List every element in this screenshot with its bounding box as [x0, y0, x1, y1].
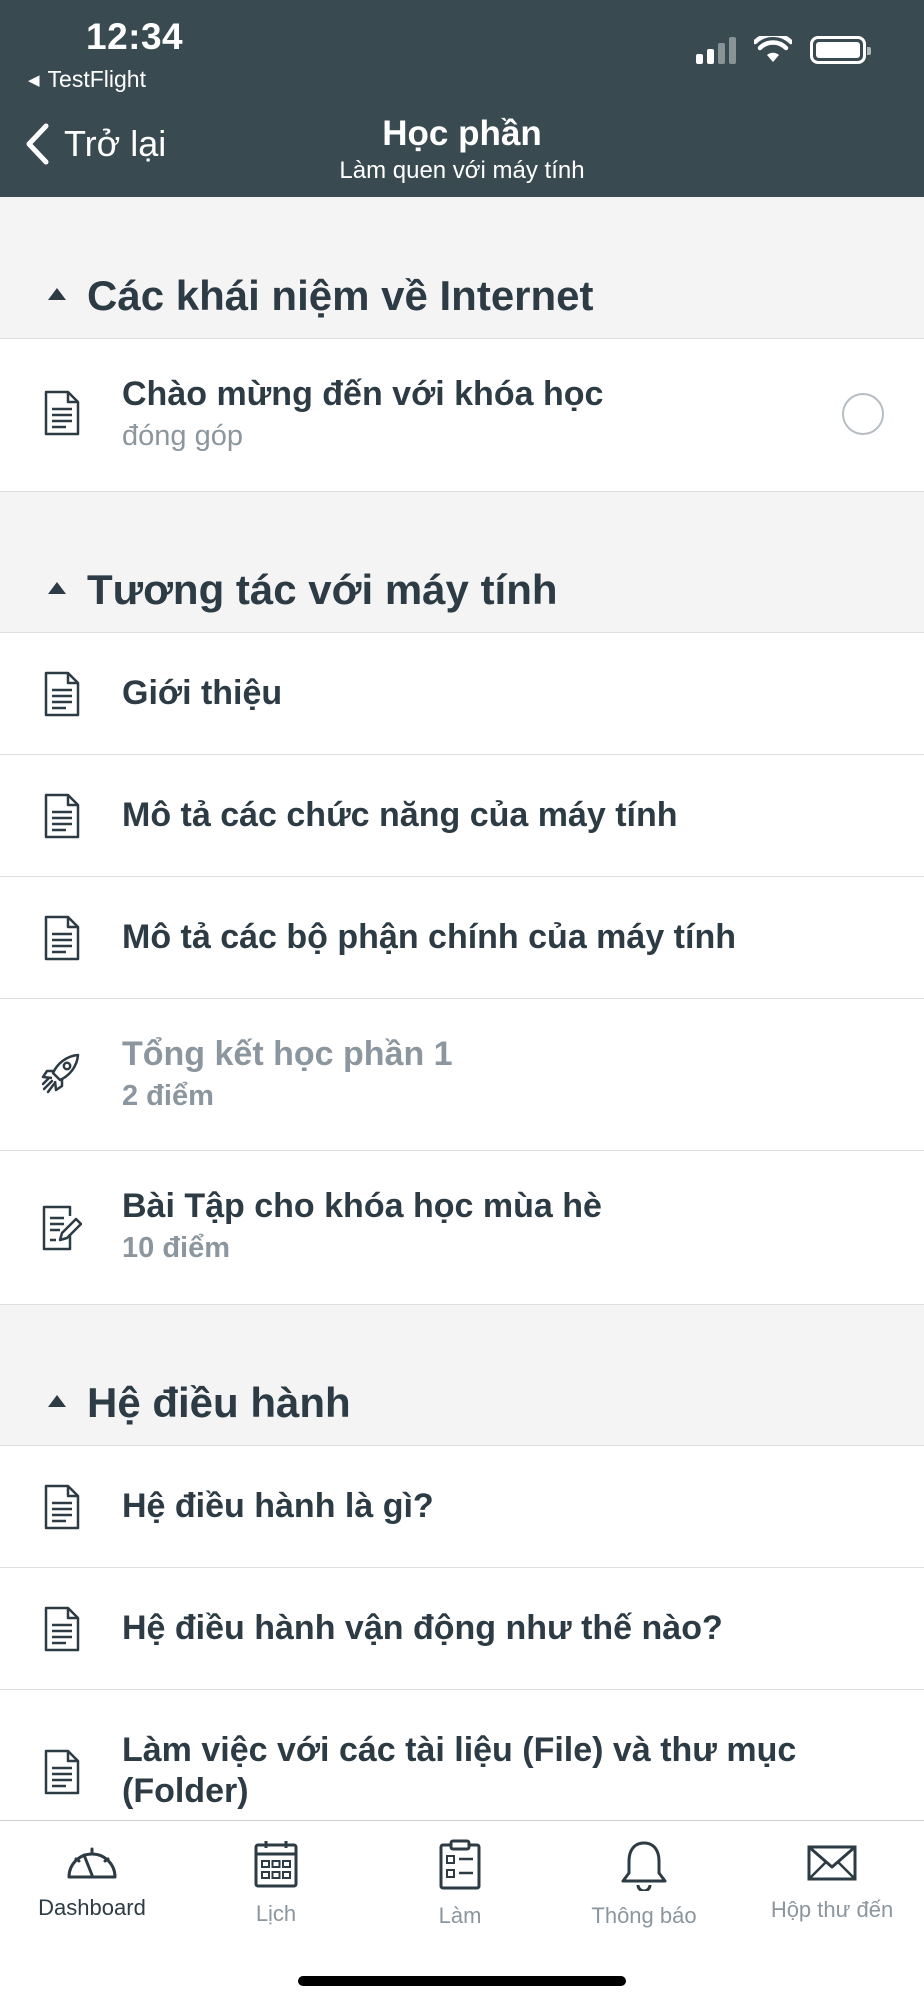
page-subtitle: Làm quen với máy tính: [339, 157, 585, 184]
home-indicator[interactable]: [298, 1976, 626, 1986]
document-icon: [44, 390, 80, 436]
dashboard-icon: [67, 1847, 117, 1879]
document-icon: [44, 1484, 80, 1530]
tab-inbox[interactable]: Hộp thư đến: [740, 1839, 924, 1923]
rocket-icon: [41, 1053, 80, 1094]
assignment-icon: [42, 1205, 82, 1251]
tab-label: Lịch: [255, 1901, 297, 1926]
section-header-internet-concepts[interactable]: Các khái niệm về Internet: [0, 197, 924, 339]
calendar-icon: [254, 1841, 298, 1888]
item-title: Tổng kết học phần 1: [122, 1035, 453, 1073]
battery-icon: [810, 36, 871, 64]
status-back-to-app[interactable]: ◀ TestFlight: [28, 66, 146, 93]
list-item[interactable]: Mô tả các chức năng của máy tính: [0, 755, 924, 877]
section-header-operating-system[interactable]: Hệ điều hành: [0, 1305, 924, 1446]
item-title: Bài Tập cho khóa học mùa hè: [122, 1187, 602, 1225]
item-title: Hệ điều hành vận động như thế nào?: [122, 1609, 723, 1647]
section-header-computer-interaction[interactable]: Tương tác với máy tính: [0, 492, 924, 633]
app-header: 12:34 ◀ TestFlight Trở lại Học phần Làm …: [0, 0, 924, 197]
wifi-icon: [754, 36, 792, 62]
envelope-icon: [807, 1845, 857, 1881]
item-subtitle: đóng góp: [122, 420, 243, 452]
tab-label: Dashboard: [38, 1895, 146, 1920]
section-title: Các khái niệm về Internet: [87, 272, 594, 319]
document-icon: [44, 671, 80, 717]
item-title: Mô tả các bộ phận chính của máy tính: [122, 918, 736, 956]
back-triangle-icon: ◀: [28, 71, 40, 89]
document-icon: [44, 1606, 80, 1652]
modules-list: Các khái niệm về Internet Chào mừng đến …: [0, 197, 924, 1850]
section-title: Tương tác với máy tính: [87, 566, 558, 613]
collapse-arrow-icon: [48, 582, 66, 594]
tab-calendar[interactable]: Lịch: [184, 1839, 368, 1927]
tab-notifications[interactable]: Thông báo: [552, 1839, 736, 1929]
status-back-app-label: TestFlight: [47, 66, 146, 92]
item-title: Chào mừng đến với khóa học: [122, 375, 604, 413]
item-points: 10 điểm: [122, 1232, 230, 1264]
list-item[interactable]: Tổng kết học phần 1 2 điểm: [0, 999, 924, 1151]
list-item[interactable]: Hệ điều hành là gì?: [0, 1446, 924, 1568]
list-item[interactable]: Chào mừng đến với khóa học đóng góp: [0, 339, 924, 492]
todo-clipboard-icon: [439, 1839, 481, 1890]
page-title: Học phần: [382, 114, 542, 153]
item-title: Mô tả các chức năng của máy tính: [122, 796, 678, 834]
item-title: Làm việc với các tài liệu (File) và thư …: [122, 1731, 797, 1810]
completion-radio[interactable]: [842, 393, 884, 435]
item-points: 2 điểm: [122, 1080, 214, 1112]
tab-label: Làm: [438, 1903, 482, 1928]
list-item[interactable]: Bài Tập cho khóa học mùa hè 10 điểm: [0, 1151, 924, 1305]
status-time: 12:34: [86, 16, 184, 57]
section-title: Hệ điều hành: [87, 1379, 351, 1426]
list-item[interactable]: Mô tả các bộ phận chính của máy tính: [0, 877, 924, 999]
tab-label: Thông báo: [591, 1903, 697, 1928]
cellular-signal-icon: [696, 36, 736, 64]
collapse-arrow-icon: [48, 288, 66, 300]
collapse-arrow-icon: [48, 1395, 66, 1407]
document-icon: [44, 915, 80, 961]
status-icons: [696, 36, 871, 64]
bell-icon: [621, 1841, 667, 1891]
tab-label: Hộp thư đến: [770, 1897, 894, 1922]
item-title: Hệ điều hành là gì?: [122, 1487, 434, 1525]
list-item[interactable]: Giới thiệu: [0, 633, 924, 755]
item-title: Giới thiệu: [122, 674, 283, 712]
tab-dashboard[interactable]: Dashboard: [0, 1839, 184, 1921]
bottom-tab-bar: Dashboard Lịch Làm Thông báo Hộp thư đến: [0, 1820, 924, 2000]
tab-todo[interactable]: Làm: [368, 1839, 552, 1929]
document-icon: [44, 1749, 80, 1795]
document-icon: [44, 793, 80, 839]
list-item[interactable]: Hệ điều hành vận động như thế nào?: [0, 1568, 924, 1690]
